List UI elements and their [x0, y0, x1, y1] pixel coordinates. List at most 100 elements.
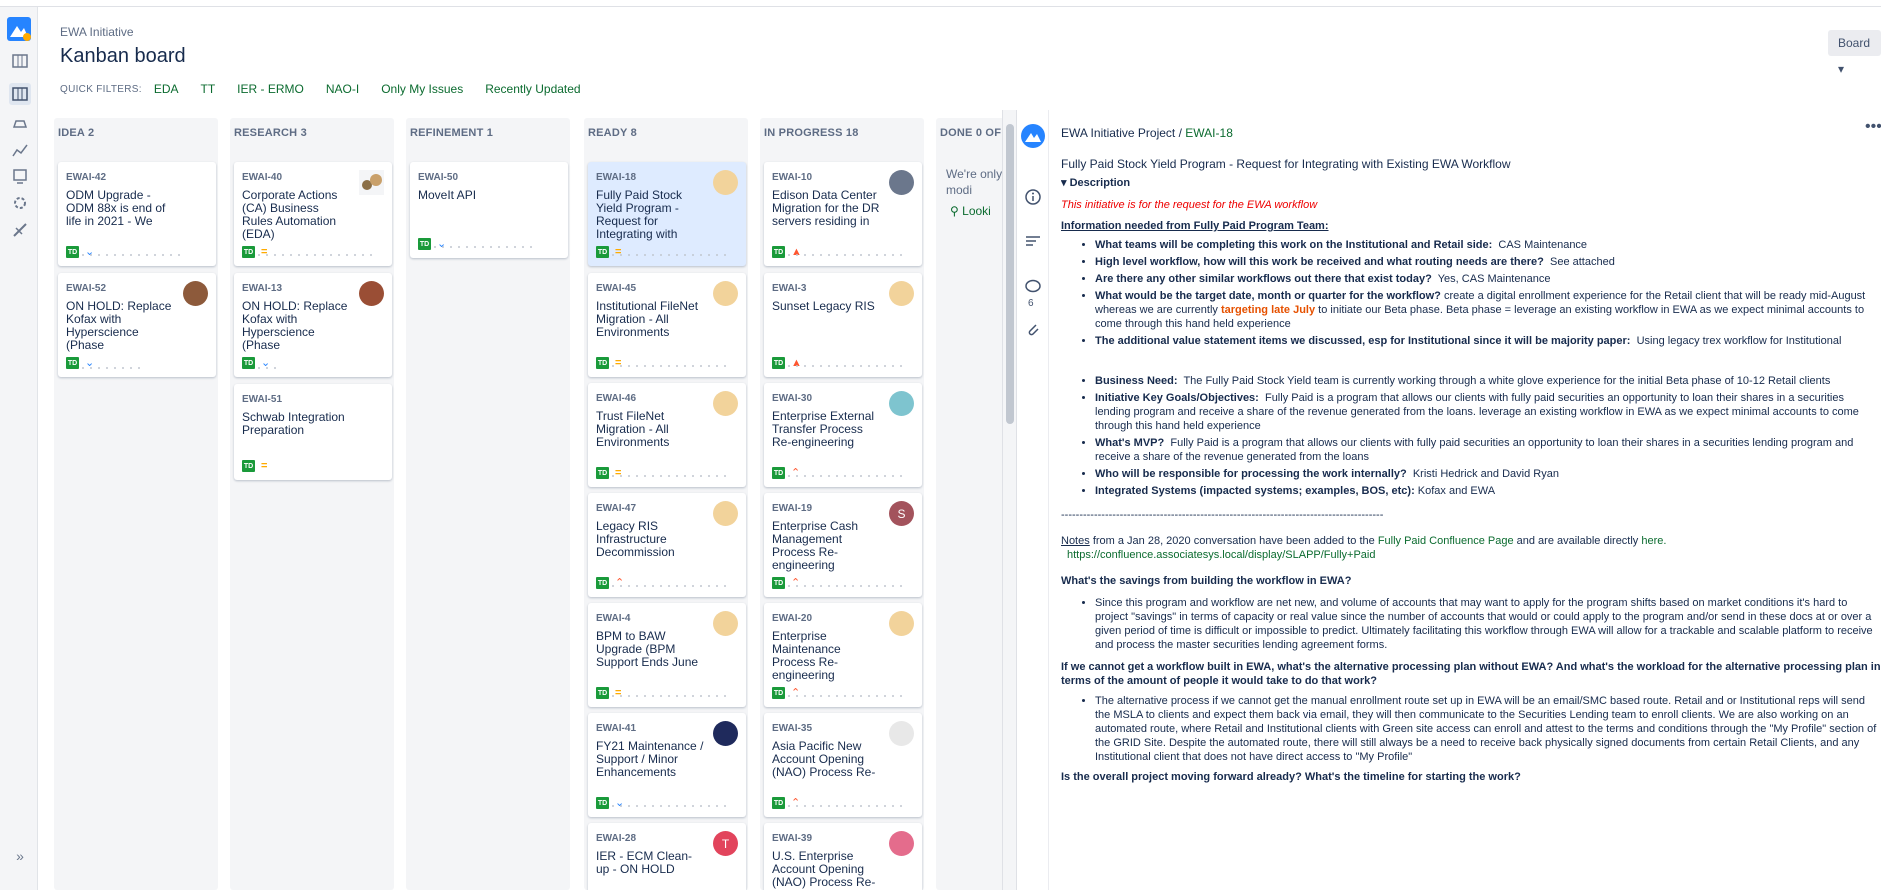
assignee-avatar[interactable]: [713, 501, 738, 526]
quick-filters-label: QUICK FILTERS:: [60, 83, 142, 95]
quick-filter-only-my-issues[interactable]: Only My Issues: [381, 82, 463, 96]
issue-card[interactable]: EWAI-20 Enterprise Maintenance Process R…: [764, 603, 922, 707]
column-name: IDEA: [58, 127, 85, 139]
confluence-url[interactable]: https://confluence.associatesys.local/di…: [1067, 548, 1881, 562]
column-ready: READY 8 EWAI-18 Fully Paid Stock Yield P…: [584, 118, 748, 890]
description-heading[interactable]: ▾ Description: [1061, 176, 1130, 190]
assignee-avatar[interactable]: [713, 611, 738, 636]
description-icon[interactable]: [1024, 232, 1042, 250]
add-ons-icon[interactable]: [9, 219, 31, 241]
issue-card[interactable]: EWAI-30 Enterprise External Transfer Pro…: [764, 383, 922, 487]
issue-card[interactable]: EWAI-41 FY21 Maintenance / Support / Min…: [588, 713, 746, 817]
issue-type-icon: TD: [596, 246, 609, 258]
issue-card[interactable]: EWAI-39 U.S. Enterprise Account Opening …: [764, 823, 922, 890]
item-value: Fully Paid is a program that allows our …: [1095, 437, 1854, 463]
card-footer: TD =: [242, 246, 267, 258]
intro-text: This initiative is for the request for t…: [1061, 199, 1318, 211]
project-avatar-icon[interactable]: [1021, 124, 1045, 148]
done-column-message: We're only modi: [946, 167, 1003, 197]
more-options-icon[interactable]: •••: [1865, 119, 1881, 135]
issue-card[interactable]: EWAI-35 Asia Pacific New Account Opening…: [764, 713, 922, 817]
assignee-avatar[interactable]: [713, 391, 738, 416]
issue-card[interactable]: EWAI-13 ON HOLD: Replace Kofax with Hype…: [234, 273, 392, 377]
item-value: Yes, CAS Maintenance: [1437, 273, 1551, 285]
item-label: Integrated Systems (impacted systems; ex…: [1095, 485, 1415, 497]
column-in-progress: IN PROGRESS 18 EWAI-10 Edison Data Cente…: [760, 118, 924, 890]
issue-card[interactable]: EWAI-10 Edison Data Center Migration for…: [764, 162, 922, 266]
assignee-avatar[interactable]: [713, 281, 738, 306]
assignee-avatar[interactable]: [889, 281, 914, 306]
info-icon[interactable]: [1024, 188, 1042, 206]
column-count: 18: [845, 127, 859, 139]
components-icon[interactable]: [9, 192, 31, 214]
collapse-icon: ▾: [1061, 177, 1067, 189]
issue-card[interactable]: EWAI-42 ODM Upgrade - ODM 88x is end of …: [58, 162, 216, 266]
issues-icon[interactable]: [9, 165, 31, 187]
item-value: Kofax and EWA: [1417, 485, 1496, 497]
issue-card[interactable]: EWAI-50 MoveIt API TD ⌄: [410, 162, 568, 258]
quick-filter-ier-ermo[interactable]: IER - ERMO: [237, 82, 304, 96]
here-link[interactable]: here.: [1641, 535, 1666, 547]
assignee-avatar[interactable]: [889, 831, 914, 856]
issue-card[interactable]: EWAI-19 Enterprise Cash Management Proce…: [764, 493, 922, 597]
column-count: 3: [300, 127, 307, 139]
quick-filter-nao-i[interactable]: NAO-I: [326, 82, 359, 96]
issue-card[interactable]: EWAI-47 Legacy RIS Infrastructure Decomm…: [588, 493, 746, 597]
confluence-link[interactable]: Fully Paid Confluence Page: [1378, 535, 1514, 547]
progress-dots: [788, 475, 908, 477]
item-label: Business Need:: [1095, 375, 1178, 387]
issue-card[interactable]: EWAI-4 BPM to BAW Upgrade (BPM Support E…: [588, 603, 746, 707]
backlog-icon[interactable]: [9, 50, 31, 72]
item-label: The additional value statement items we …: [1095, 335, 1631, 347]
done-column-link[interactable]: ⚲ Looki: [950, 204, 991, 218]
info-item: What would be the target date, month or …: [1095, 289, 1881, 331]
assignee-avatar[interactable]: [713, 170, 738, 195]
comments-icon[interactable]: [1024, 278, 1042, 296]
info-item: What teams will be completing this work …: [1095, 238, 1881, 252]
progress-dots: [612, 805, 732, 807]
board-scrollbar[interactable]: [1002, 110, 1016, 890]
issue-card[interactable]: EWAI-40 Corporate Actions (CA) Business …: [234, 162, 392, 266]
issue-card[interactable]: EWAI-3 Sunset Legacy RIS TD ▲: [764, 273, 922, 377]
quick-filter-tt[interactable]: TT: [201, 82, 216, 96]
savings-answer: Since this program and workflow are net …: [1095, 596, 1881, 652]
assignee-avatar[interactable]: [359, 281, 384, 306]
assignee-avatar[interactable]: T: [713, 831, 738, 856]
assignee-avatar[interactable]: [713, 721, 738, 746]
scrollbar-thumb[interactable]: [1006, 124, 1014, 424]
assignee-avatar[interactable]: S: [889, 501, 914, 526]
issue-card[interactable]: EWAI-46 Trust FileNet Migration - All En…: [588, 383, 746, 487]
item-label: Who will be responsible for processing t…: [1095, 468, 1407, 480]
search-icon: ⚲: [950, 204, 959, 218]
issue-card-selected[interactable]: EWAI-18 Fully Paid Stock Yield Program -…: [588, 162, 746, 266]
reports-icon[interactable]: [9, 139, 31, 161]
assignee-avatar[interactable]: [889, 611, 914, 636]
project-name[interactable]: EWA Initiative: [60, 25, 134, 39]
detail-side-toolbar: 6: [1017, 110, 1049, 890]
board-dropdown-button[interactable]: Board ▾: [1828, 30, 1881, 76]
assignee-avatar[interactable]: [889, 170, 914, 195]
assignee-avatar[interactable]: [359, 170, 384, 195]
expand-sidebar-icon[interactable]: »: [9, 845, 31, 867]
column-header: RESEARCH 3: [230, 118, 394, 152]
quick-filter-eda[interactable]: EDA: [154, 82, 179, 96]
issue-card[interactable]: EWAI-52 ON HOLD: Replace Kofax with Hype…: [58, 273, 216, 377]
issue-summary: ON HOLD: Replace Kofax with Hyperscience…: [66, 299, 172, 352]
issue-card[interactable]: EWAI-51 Schwab Integration Preparation T…: [234, 384, 392, 480]
assignee-avatar[interactable]: [889, 721, 914, 746]
issue-card[interactable]: EWAI-45 Institutional FileNet Migration …: [588, 273, 746, 377]
attachment-icon[interactable]: [1024, 320, 1042, 338]
project-avatar-icon[interactable]: [7, 17, 31, 41]
issue-type-icon: TD: [596, 687, 609, 699]
confluence-url-link[interactable]: https://confluence.associatesys.local/di…: [1067, 549, 1375, 561]
breadcrumb-issue-key[interactable]: EWAI-18: [1185, 126, 1233, 140]
breadcrumb-project[interactable]: EWA Initiative Project: [1061, 126, 1175, 140]
releases-icon[interactable]: [9, 112, 31, 134]
board-icon[interactable]: [9, 83, 31, 105]
assignee-avatar[interactable]: [183, 281, 208, 306]
assignee-avatar[interactable]: [889, 391, 914, 416]
issue-card[interactable]: EWAI-28 IER - ECM Clean-up - ON HOLD T: [588, 823, 746, 890]
issue-title[interactable]: Fully Paid Stock Yield Program - Request…: [1061, 157, 1511, 171]
quick-filter-recently-updated[interactable]: Recently Updated: [485, 82, 580, 96]
card-footer: TD ⌃: [772, 687, 800, 699]
